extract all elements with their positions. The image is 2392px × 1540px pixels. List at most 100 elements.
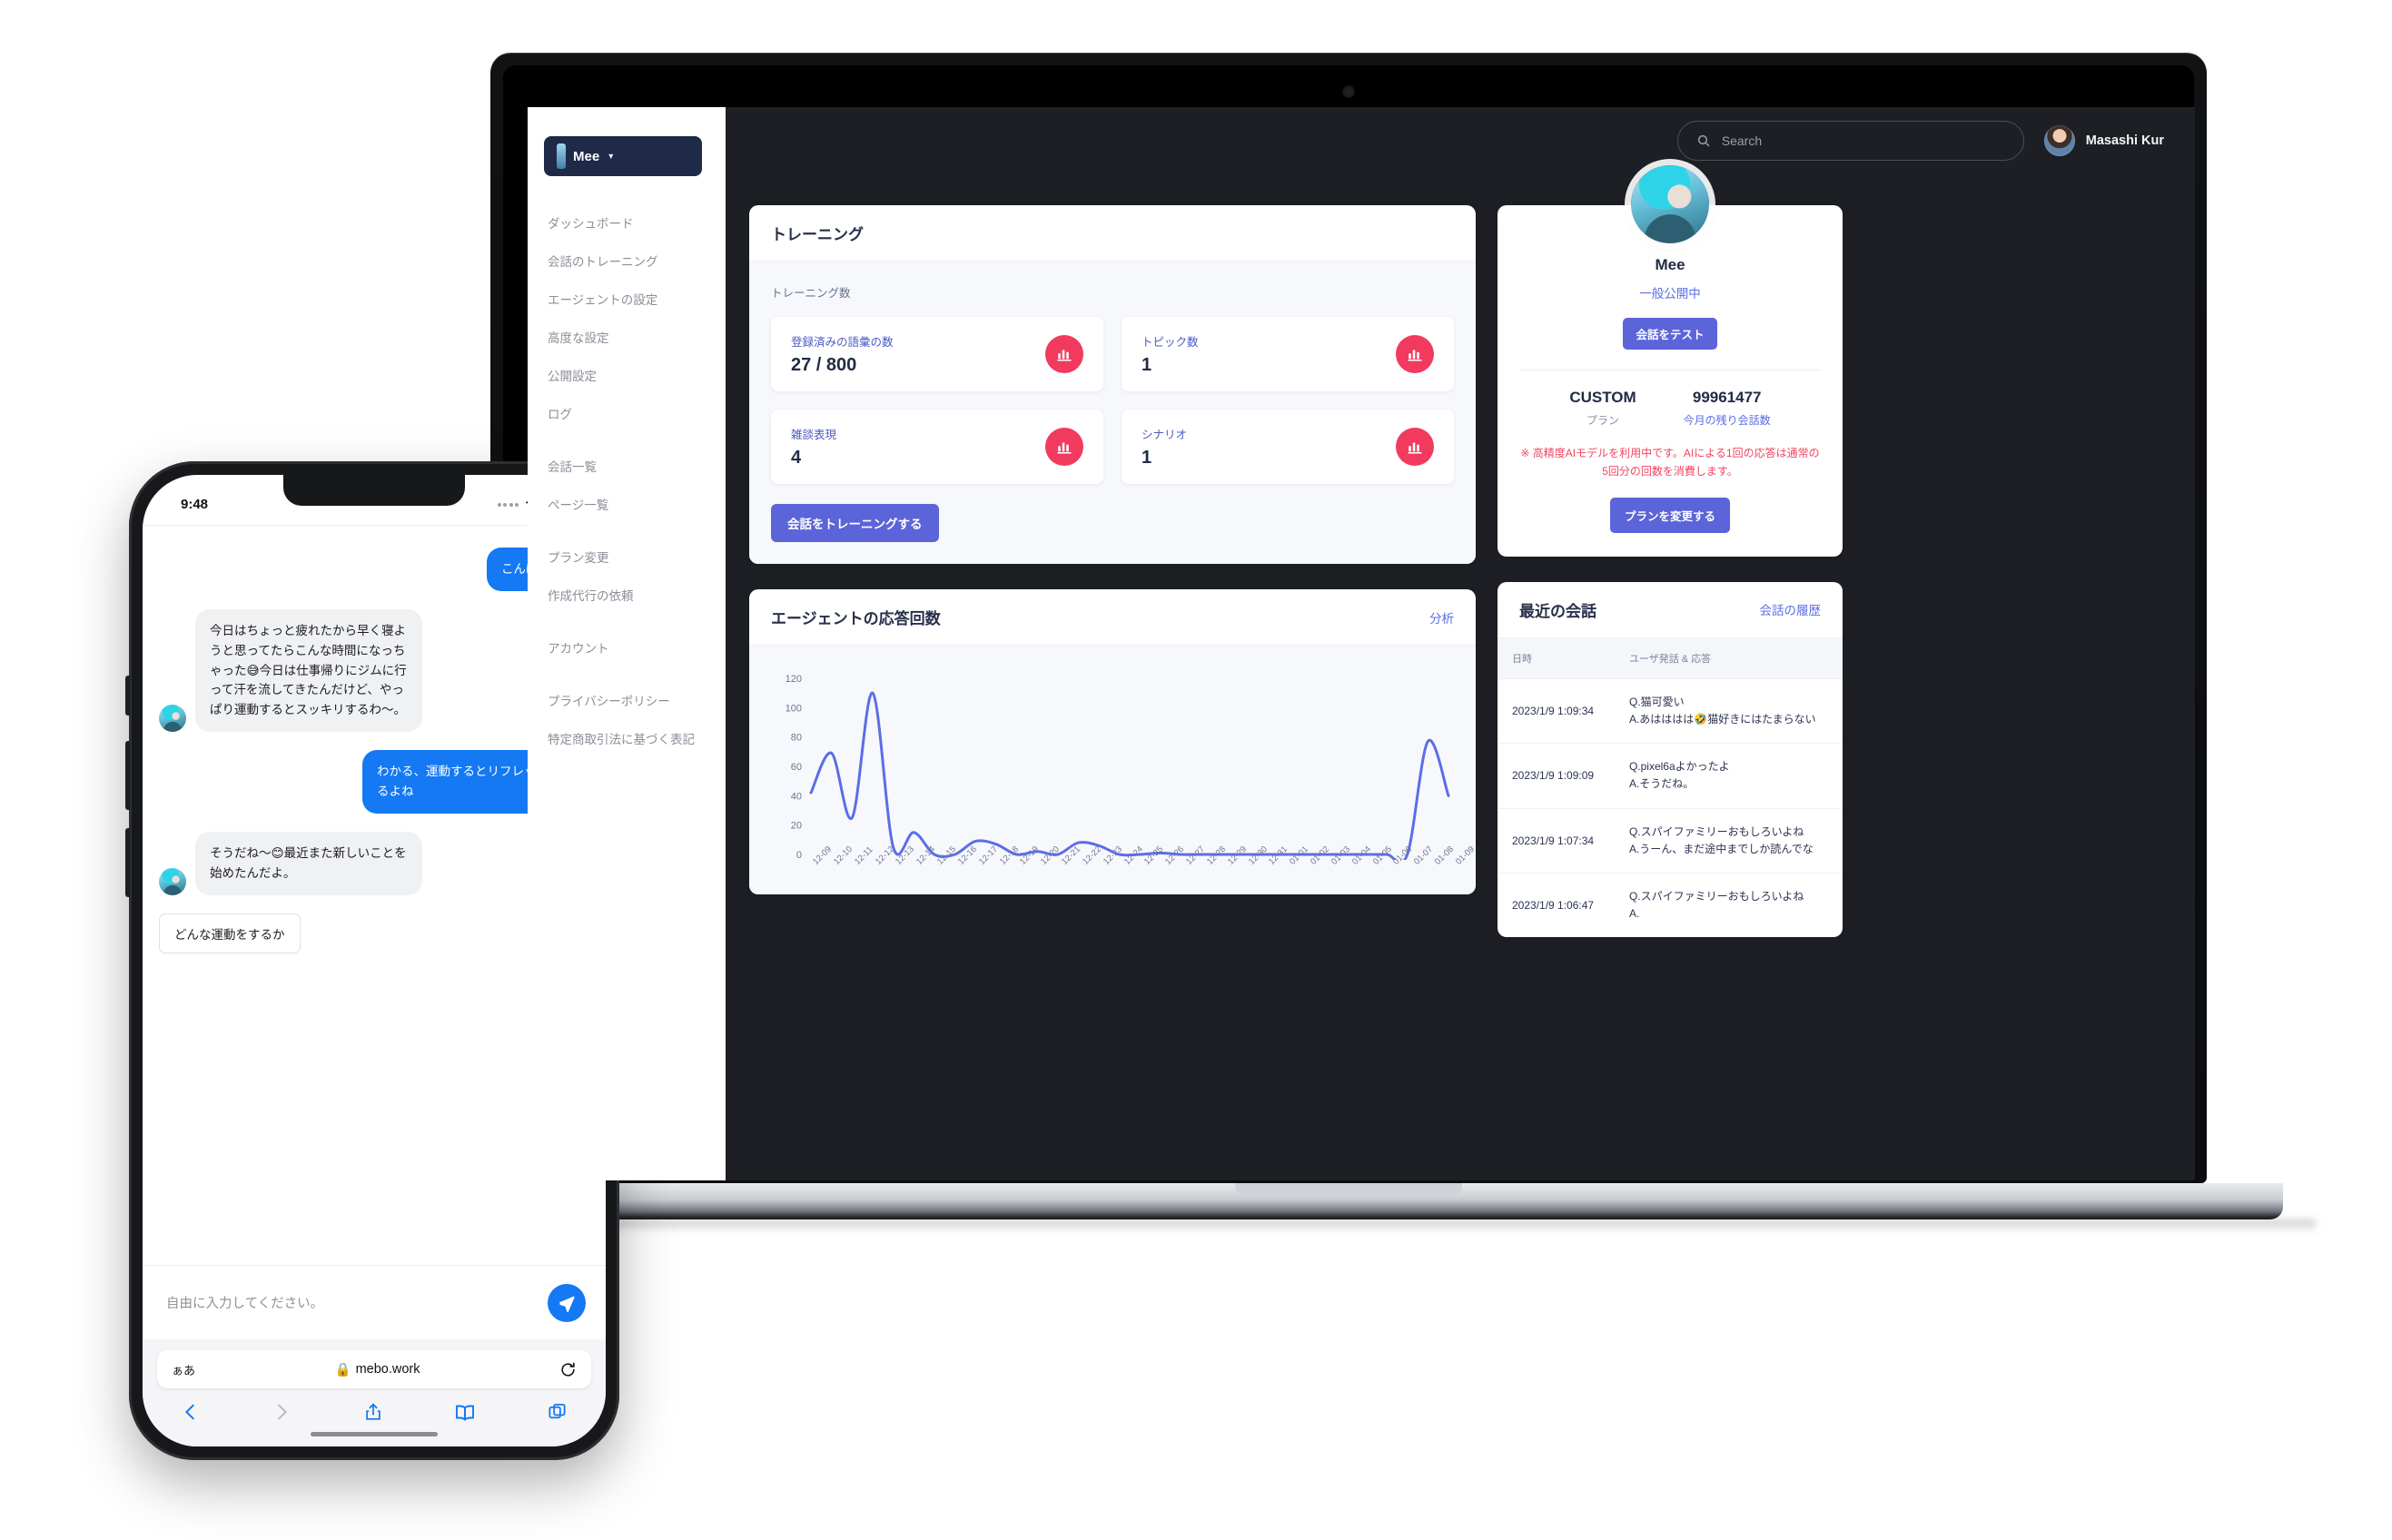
laptop-screen: Mee ▾ ダッシュボード 会話のトレーニング エージェントの設定 高度な設定 …	[528, 107, 2195, 1180]
chart-card-header: エージェントの応答回数 分析	[749, 589, 1476, 646]
stat-value: 1	[1142, 448, 1152, 468]
analysis-link[interactable]: 分析	[1429, 608, 1454, 627]
agent-visibility-status: 一般公開中	[1639, 287, 1701, 301]
ai-model-note: ※ 高精度AIモデルを利用中です。AIによる1回の応答は通常の5回分の回数を消費…	[1520, 447, 1820, 479]
table-row[interactable]: 2023/1/9 1:09:34 Q.猫可愛い A.あはははは🤣猫好きにはたまらない	[1497, 677, 1843, 744]
sidebar-divider-4	[528, 666, 726, 681]
change-plan-button[interactable]: プランを変更する	[1609, 497, 1730, 533]
sidebar-item-training[interactable]: 会話のトレーニング	[528, 242, 726, 280]
agent-avatar-small	[159, 705, 186, 733]
sidebar-divider-2	[528, 523, 726, 538]
cell-utterance: Q.猫可愛い A.あはははは🤣猫好きにはたまらない	[1614, 677, 1843, 744]
response-chart-card: エージェントの応答回数 分析 0 20 40 60 80 100 120 12-09 12-1…	[749, 589, 1476, 894]
stat-topics[interactable]: トピック数 1	[1122, 317, 1454, 391]
sidebar-item-dashboard[interactable]: ダッシュボード	[528, 203, 726, 242]
cell-utterance: Q.pixel6aよかったよ A.そうだね。	[1614, 743, 1843, 809]
recent-conversations-card: 最近の会話 会話の履歴 日時 ユーザ発話 & 応答 2023/1/9 1:09:…	[1497, 581, 1843, 938]
tabs-icon[interactable]	[547, 1401, 568, 1423]
sidebar-item-page-list[interactable]: ページ一覧	[528, 485, 726, 523]
sidebar-item-legal-notice[interactable]: 特定商取引法に基づく表記	[528, 719, 726, 757]
lock-icon: 🔒	[334, 1362, 351, 1377]
phone-silent-switch[interactable]	[125, 676, 130, 716]
recent-conversations-table: 日時 ユーザ発話 & 応答 2023/1/9 1:09:34 Q.猫可愛い A.あは…	[1497, 637, 1843, 938]
laptop-base-notch	[1235, 1183, 1462, 1195]
bookmarks-icon[interactable]	[454, 1401, 476, 1423]
sidebar: Mee ▾ ダッシュボード 会話のトレーニング エージェントの設定 高度な設定 …	[528, 107, 726, 1180]
chart-y-tick: 120	[786, 674, 802, 685]
suggestion-chip[interactable]: どんな運動をするか	[159, 913, 301, 953]
sidebar-item-change-plan[interactable]: プラン変更	[528, 538, 726, 576]
table-row[interactable]: 2023/1/9 1:07:34 Q.スパイファミリーおもしろいよね A.うーん、ま…	[1497, 807, 1843, 874]
brand-selector[interactable]: Mee ▾	[544, 136, 702, 176]
stat-key: 雑談表現	[791, 429, 837, 441]
table-header-row: 日時 ユーザ発話 & 応答	[1497, 637, 1843, 679]
reload-icon[interactable]	[559, 1361, 577, 1378]
send-button[interactable]	[548, 1283, 586, 1322]
cell-answer: A.あはははは🤣猫好きにはたまらない	[1628, 712, 1816, 726]
message-composer[interactable]: 自由に入力してください。	[143, 1265, 606, 1339]
sidebar-item-advanced-settings[interactable]: 高度な設定	[528, 318, 726, 356]
main-area: Search Masashi Kur トレーニング トレーニング数 登録済みの語…	[726, 107, 2195, 1180]
bar-chart-icon	[1045, 428, 1083, 466]
left-column: トレーニング トレーニング数 登録済みの語彙の数 27 / 800 トピック数 …	[749, 205, 1476, 1180]
screenshot-stage: Mee ▾ ダッシュボード 会話のトレーニング エージェントの設定 高度な設定 …	[0, 0, 2392, 1540]
sidebar-item-conversation-list[interactable]: 会話一覧	[528, 447, 726, 485]
stat-value: 1	[1142, 355, 1152, 375]
training-stat-grid: 登録済みの語彙の数 27 / 800 トピック数 1 雑談表現 4 シナリオ 1	[771, 317, 1454, 484]
chart-line-series	[811, 693, 1448, 860]
cell-date: 2023/1/9 1:09:34	[1497, 677, 1615, 744]
sidebar-item-log[interactable]: ログ	[528, 394, 726, 432]
laptop-device: Mee ▾ ダッシュボード 会話のトレーニング エージェントの設定 高度な設定 …	[381, 53, 2316, 1232]
content-columns: トレーニング トレーニング数 登録済みの語彙の数 27 / 800 トピック数 …	[726, 165, 2195, 1180]
cell-answer: A.そうだね。	[1628, 777, 1695, 791]
send-icon	[558, 1296, 575, 1312]
stat-smalltalk[interactable]: 雑談表現 4	[771, 410, 1103, 484]
credits-column: 99961477 今月の残り会話数	[1684, 389, 1771, 428]
stat-scenario[interactable]: シナリオ 1	[1122, 410, 1454, 484]
brand-avatar	[557, 143, 566, 169]
credits-value: 99961477	[1692, 389, 1762, 406]
composer-placeholder: 自由に入力してください。	[166, 1297, 324, 1311]
phone-volume-up-button[interactable]	[125, 741, 130, 810]
phone-volume-down-button[interactable]	[125, 828, 130, 897]
text-size-button[interactable]: ぁあ	[172, 1361, 195, 1378]
plan-summary: CUSTOM プラン 99961477 今月の残り会話数	[1519, 389, 1821, 428]
train-conversation-button[interactable]: 会話をトレーニングする	[771, 504, 939, 542]
conversation-history-link[interactable]: 会話の履歴	[1760, 600, 1822, 618]
user-menu[interactable]: Masashi Kur	[2043, 125, 2164, 156]
table-body: 2023/1/9 1:09:34 Q.猫可愛い A.あはははは🤣猫好きにはたまらない…	[1497, 677, 1843, 938]
search-input[interactable]: Search	[1676, 121, 2024, 161]
search-icon	[1697, 134, 1710, 147]
chart-y-tick: 100	[786, 703, 802, 714]
address-bar[interactable]: ぁあ 🔒 mebo.work	[157, 1350, 591, 1388]
share-icon[interactable]	[363, 1401, 383, 1423]
recent-title: 最近の会話	[1519, 602, 1596, 620]
sidebar-item-publish-settings[interactable]: 公開設定	[528, 356, 726, 394]
training-card-header: トレーニング	[749, 205, 1476, 262]
chart-y-tick: 60	[791, 762, 802, 773]
stat-text: トピック数 1	[1142, 332, 1199, 376]
cell-date: 2023/1/9 1:06:47	[1497, 872, 1615, 938]
chart-y-tick: 40	[791, 791, 802, 802]
stat-vocabulary[interactable]: 登録済みの語彙の数 27 / 800	[771, 317, 1103, 391]
response-line-chart: 0 20 40 60 80 100 120	[786, 674, 1454, 860]
test-conversation-button[interactable]: 会話をテスト	[1623, 318, 1717, 350]
chat-row: わかる、運動するとリフレッシュするよね	[159, 750, 589, 814]
cell-answer: A.	[1628, 907, 1640, 921]
cell-question: Q.スパイファミリーおもしろいよね	[1628, 889, 1804, 903]
back-icon[interactable]	[181, 1401, 201, 1423]
table-row[interactable]: 2023/1/9 1:06:47 Q.スパイファミリーおもしろいよね A.	[1497, 872, 1843, 938]
sidebar-item-request-agency[interactable]: 作成代行の依頼	[528, 576, 726, 614]
laptop-bezel: Mee ▾ ダッシュボード 会話のトレーニング エージェントの設定 高度な設定 …	[503, 65, 2195, 1180]
bar-chart-icon	[1396, 428, 1434, 466]
safari-browser-chrome: ぁあ 🔒 mebo.work	[143, 1339, 606, 1446]
sidebar-item-agent-settings[interactable]: エージェントの設定	[528, 280, 726, 318]
sidebar-item-account[interactable]: アカウント	[528, 628, 726, 666]
cell-date: 2023/1/9 1:07:34	[1497, 807, 1615, 874]
cell-question: Q.pixel6aよかったよ	[1628, 760, 1730, 774]
cell-utterance: Q.スパイファミリーおもしろいよね A.うーん、まだ途中までしか読んでな	[1614, 807, 1843, 874]
cell-utterance: Q.スパイファミリーおもしろいよね A.	[1614, 872, 1843, 938]
sidebar-item-privacy-policy[interactable]: プライバシーポリシー	[528, 681, 726, 719]
url-host: 🔒 mebo.work	[335, 1362, 420, 1377]
table-row[interactable]: 2023/1/9 1:09:09 Q.pixel6aよかったよ A.そうだね。	[1497, 743, 1843, 809]
